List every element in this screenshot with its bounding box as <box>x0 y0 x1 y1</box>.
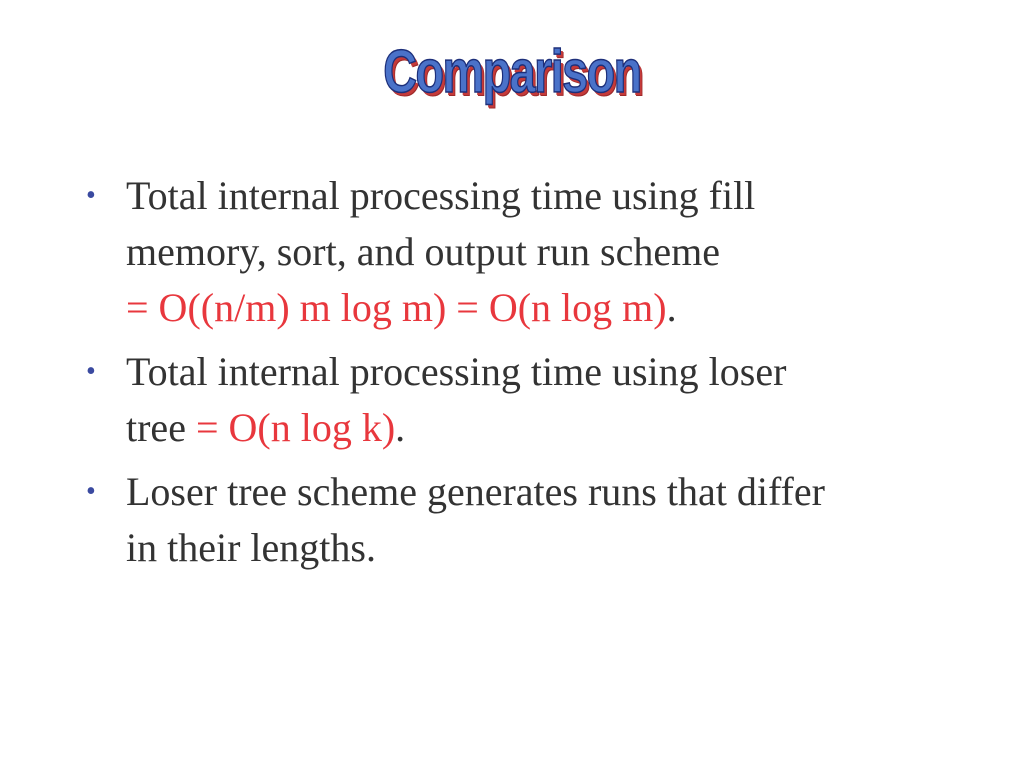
formula-text: = O((n/m) m log m) = O(n log m) <box>126 285 667 330</box>
slide-title: Comparison <box>383 37 643 106</box>
bullet-formula-line: = O((n/m) m log m) = O(n log m). <box>126 280 966 336</box>
bullet-marker: • <box>86 356 96 387</box>
bullet-line: Loser tree scheme generates runs that di… <box>126 469 825 514</box>
formula-text: = O(n log k) <box>195 405 396 450</box>
bullet-item: • Total internal processing time using f… <box>86 168 966 336</box>
bullet-item: • Total internal processing time using l… <box>86 344 966 456</box>
formula-prefix: tree <box>126 405 196 450</box>
slide: Comparison • Total internal processing t… <box>0 0 1024 768</box>
bullet-marker: • <box>86 180 96 211</box>
bullet-formula-line: tree = O(n log k). <box>126 400 966 456</box>
bullet-item: • Loser tree scheme generates runs that … <box>86 464 966 576</box>
bullet-line: memory, sort, and output run scheme <box>126 229 720 274</box>
formula-end: . <box>666 285 677 330</box>
bullet-line: Total internal processing time using los… <box>126 349 787 394</box>
bullet-line: Total internal processing time using fil… <box>126 173 756 218</box>
bullet-line: in their lengths. <box>126 525 376 570</box>
formula-end: . <box>395 405 406 450</box>
bullet-list: • Total internal processing time using f… <box>86 168 966 584</box>
bullet-marker: • <box>86 476 96 507</box>
